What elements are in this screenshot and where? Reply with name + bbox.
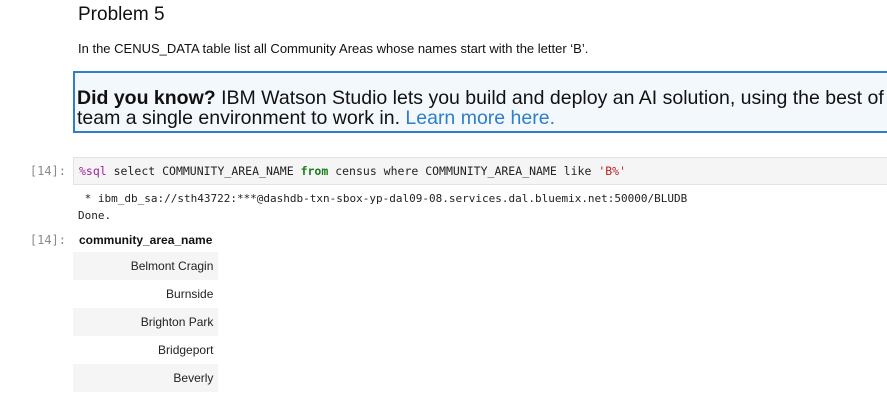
table-cell: Belmont Cragin — [73, 252, 219, 280]
input-prompt: [14]: — [29, 164, 66, 178]
connection-output: * ibm_db_sa://sth43722:***@dashdb-txn-sb… — [78, 192, 688, 205]
table-cell: Burnside — [166, 287, 214, 301]
info-text-1: IBM Watson Studio lets you build and dep… — [221, 87, 887, 109]
problem-heading: Problem 5 — [78, 4, 165, 25]
table-row: Belmont Cragin — [73, 252, 219, 280]
problem-description: In the CENUS_DATA table list all Communi… — [78, 41, 589, 56]
table-row: Burnside — [73, 280, 218, 308]
result-table: community_area_name Belmont Cragin Burns… — [73, 227, 219, 392]
code-keyword: from — [300, 164, 329, 178]
info-callout: Did you know? IBM Watson Studio lets you… — [73, 71, 887, 133]
notebook-page: Problem 5 In the CENUS_DATA table list a… — [0, 0, 887, 413]
output-prompt: [14]: — [29, 233, 66, 247]
code-segment-2: census where COMMUNITY_AREA_NAME like — [328, 164, 599, 178]
table-row: Brighton Park — [73, 308, 219, 336]
code-input[interactable]: %sql select COMMUNITY_AREA_NAME from cen… — [73, 157, 887, 185]
sql-magic: %sql — [79, 164, 107, 178]
status-output: Done. — [78, 209, 112, 222]
info-bold: Did you know? — [77, 87, 216, 109]
column-header: community_area_name — [79, 232, 213, 247]
table-row: Beverly — [73, 364, 219, 392]
info-text-2: team a single environment to work in. — [77, 107, 406, 129]
table-row: Bridgeport — [73, 336, 218, 364]
info-line-2: team a single environment to work in. Le… — [77, 107, 555, 130]
table-cell: Brighton Park — [73, 308, 219, 336]
table-cell: Bridgeport — [158, 343, 214, 357]
learn-more-link[interactable]: Learn more here. — [405, 107, 555, 129]
code-string: 'B%' — [598, 164, 627, 178]
table-cell: Beverly — [73, 364, 219, 392]
code-segment-1: select COMMUNITY_AREA_NAME — [106, 164, 301, 178]
